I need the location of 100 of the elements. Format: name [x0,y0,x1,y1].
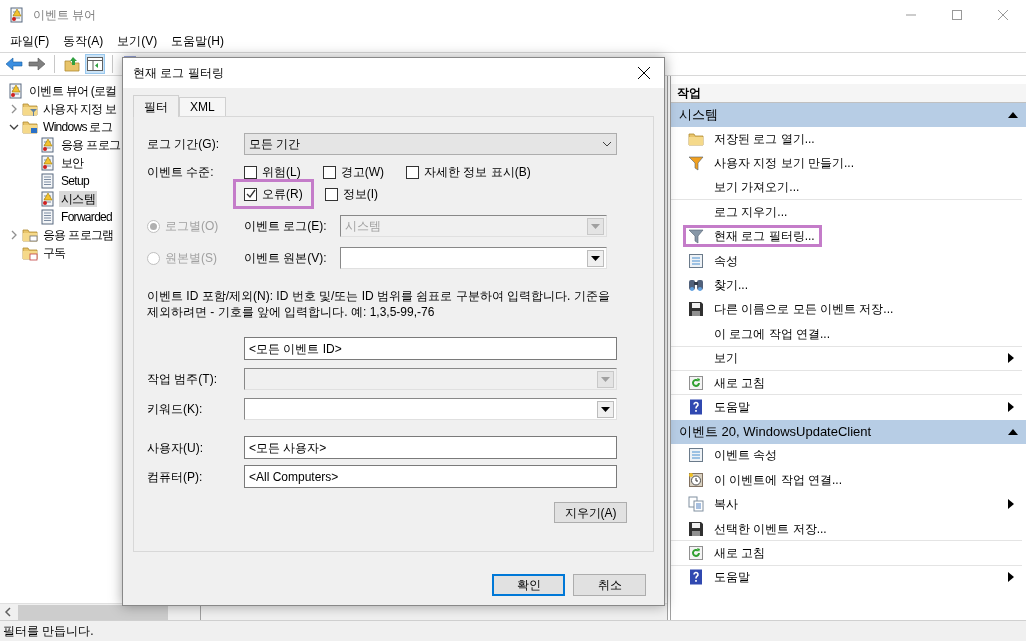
tree-item[interactable]: 사용자 지정 보 [41,101,119,117]
tree-item[interactable]: 시스템 [59,191,97,207]
action-item[interactable]: 다른 이름으로 모든 이벤트 저장... [671,297,1022,323]
tree-item[interactable]: 응용 프로그램 [41,227,116,243]
field-label: 키워드(K): [147,401,204,418]
menu-item[interactable]: 보기(V) [110,32,165,50]
clock-icon [688,471,704,488]
binoculars-icon [688,277,704,294]
action-item[interactable]: 새로 고침 [671,370,1022,396]
action-item[interactable]: 새로 고침 [671,541,1022,566]
menu-item[interactable]: 파일(F) [3,32,57,50]
log-icon [40,137,56,153]
copy-icon [688,496,704,513]
dropdown-field[interactable] [244,398,617,420]
forward-arrow-icon [28,57,46,71]
log-icon [40,155,56,171]
collapse-icon[interactable] [1008,428,1018,435]
field-label: 사용자(U): [147,439,204,457]
section-header[interactable]: 시스템 [671,103,1026,127]
action-item[interactable]: 사용자 지정 보기 만들기... [671,151,1022,176]
action-item[interactable]: 보기 [671,346,1022,371]
save-icon [688,301,704,318]
horizontal-scrollbar[interactable] [0,603,200,620]
forward-button[interactable] [27,54,47,74]
tree-item[interactable]: Setup [59,173,91,189]
tree-item[interactable]: 구독 [41,245,68,261]
tree-item[interactable]: Windows 로그 [41,119,114,135]
chevron-right-icon[interactable] [9,104,19,114]
section-header[interactable]: 이벤트 20, WindowsUpdateClient [671,419,1026,444]
checkbox[interactable] [244,165,257,179]
text-field[interactable]: <모든 사용자> [244,436,617,459]
properties-icon [688,252,704,269]
folder-icon [22,119,38,135]
back-button[interactable] [4,54,24,74]
dialog-button[interactable]: 확인 [492,574,565,596]
field-label: 작업 범주(T): [147,371,218,388]
filter-icon [688,155,704,172]
action-item[interactable]: 현재 로그 필터링... [671,224,1022,249]
event-id-description: 이벤트 ID 포함/제외(N): ID 번호 및/또는 ID 범위를 쉼표로 구분하여 입력합니다. 기준을 제외하려면 - 기호를 앞에 입력합니다. 예: 1,3,5-99,-76 [147,288,611,320]
checkbox[interactable] [406,165,419,179]
menu-item[interactable]: 도움말(H) [164,32,231,50]
pane-toggle-button[interactable] [85,54,105,74]
chevron-down-icon [602,141,612,147]
event-id-field[interactable]: <모든 이벤트 ID> [244,337,617,360]
checkbox-option[interactable]: 자세한 정보 표시(B) [395,157,542,187]
action-item[interactable]: 속성 [671,248,1022,274]
field-label: 컴퓨터(P): [147,468,204,486]
chevron-right-icon[interactable] [9,230,19,240]
close-icon [638,67,650,79]
save-icon [688,520,704,537]
tree-item[interactable]: Forwarded [59,209,115,225]
properties-icon [688,447,704,464]
action-item[interactable]: 선택한 이벤트 저장... [671,516,1022,542]
dropdown-arrow-icon [601,376,610,382]
field-label: 로그 기간(G): [147,136,220,153]
pane-icon [87,57,103,71]
back-arrow-icon [5,57,23,71]
status-text: 필터를 만듭니다. [3,623,94,640]
folder-icon [22,227,38,243]
dialog-title: 현재 로그 필터링 [133,65,224,82]
window-title: 이벤트 뷰어 [33,7,97,24]
tree-item[interactable]: 응용 프로그 [59,137,123,153]
action-item[interactable]: 찾기... [671,273,1022,298]
tree-item[interactable]: 이벤트 뷰어 (로컬 [27,83,119,99]
tree-item[interactable]: 보안 [59,155,86,171]
folder-icon [688,130,704,147]
period-dropdown[interactable]: 모든 기간 [244,133,617,155]
up-folder-button[interactable] [62,54,82,74]
clear-button[interactable]: 지우기(A) [554,502,627,523]
tab[interactable]: 필터 [133,95,179,117]
folder-icon [22,101,38,117]
dropdown-arrow-icon [601,406,610,412]
help-icon [688,399,704,415]
help-icon [688,569,704,586]
action-item[interactable]: 보기 가져오기... [671,175,1022,201]
action-item[interactable]: 이 로그에 작업 연결... [671,322,1022,347]
close-icon [998,10,1008,20]
action-item[interactable]: 저장된 로그 열기... [671,127,1022,152]
log-icon [40,191,56,207]
checkbox[interactable] [244,187,257,201]
checkbox-option[interactable]: 오류(R) [233,179,314,209]
action-item[interactable]: 도움말 [671,565,1022,591]
action-item[interactable]: 이벤트 속성 [671,443,1022,469]
log-icon [40,173,56,189]
actions-header: 작업 [671,84,1026,103]
action-item[interactable]: 이 이벤트에 작업 연결... [671,468,1022,493]
maximize-icon [952,10,962,20]
action-item[interactable]: 복사 [671,492,1022,517]
text-field[interactable]: <All Computers> [244,465,617,488]
action-item[interactable]: 로그 지우기... [671,200,1022,225]
action-item[interactable]: 도움말 [671,395,1022,420]
menu-item[interactable]: 동작(A) [56,32,111,50]
tab[interactable]: XML [179,97,226,116]
checkbox[interactable] [322,165,336,179]
checkbox[interactable] [324,187,338,201]
refresh-icon [688,544,704,561]
collapse-icon[interactable] [1008,112,1018,118]
refresh-icon [688,374,704,391]
dialog-button[interactable]: 취소 [573,574,646,596]
chevron-down-icon[interactable] [9,122,19,132]
